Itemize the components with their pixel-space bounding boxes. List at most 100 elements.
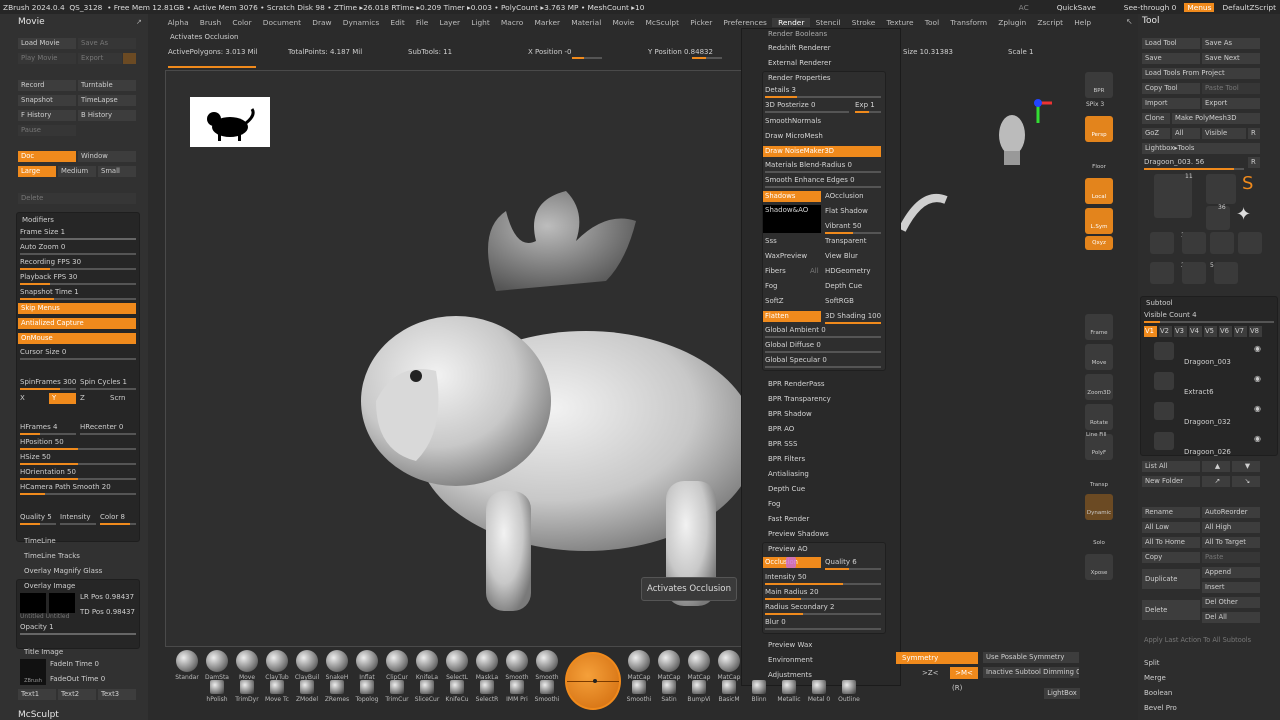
dynamic-button[interactable]: Dynamic xyxy=(1085,494,1113,520)
opacity-slider[interactable]: Opacity 1 xyxy=(20,622,54,632)
global-ambient-track[interactable] xyxy=(765,336,881,338)
bpr-filters-item[interactable]: BPR Filters xyxy=(768,454,805,465)
shelf-item-14[interactable]: MatCap xyxy=(654,650,684,681)
del-other-button[interactable]: Del Other xyxy=(1202,597,1260,608)
bpr-ao-item[interactable]: BPR AO xyxy=(768,424,794,435)
shelf-item-21[interactable]: ZModel xyxy=(292,680,322,703)
tool-thumb-tpose[interactable] xyxy=(1150,232,1174,254)
aocclusion-button[interactable]: AOcclusion xyxy=(825,191,864,202)
mirror-x-button[interactable]: >M< xyxy=(950,667,978,679)
hdgeometry-toggle[interactable]: HDGeometry xyxy=(825,266,871,277)
draw-micromesh-toggle[interactable]: Draw MicroMesh xyxy=(765,131,823,142)
timeline-button[interactable]: TimeLine xyxy=(24,536,56,546)
inactive-dimming-slider[interactable]: Inactive Subtool Dimming 0 xyxy=(983,667,1079,678)
shelf-item-24[interactable]: TrimCur xyxy=(382,680,412,703)
subtool-row[interactable]: Extract6 ◉ xyxy=(1144,372,1274,400)
save-next-button[interactable]: Save Next xyxy=(1202,53,1260,64)
import-button[interactable]: Import xyxy=(1142,98,1200,109)
menu-help[interactable]: Help xyxy=(1069,18,1097,27)
solo-button[interactable]: Solo xyxy=(1085,524,1113,550)
visibility-set-v4[interactable]: V4 xyxy=(1189,326,1202,337)
quality-track[interactable] xyxy=(20,523,56,525)
subtool-row[interactable]: Dragoon_032 ◉ xyxy=(1144,402,1274,430)
turntable-button[interactable]: Turntable xyxy=(78,80,136,91)
shelf-item-18[interactable]: hPolish xyxy=(202,680,232,703)
transparent-toggle[interactable]: Transparent xyxy=(825,236,866,247)
zoom3d-button[interactable]: Zoom3D xyxy=(1085,374,1113,400)
shelf-item-7[interactable]: ClipCur xyxy=(382,650,412,681)
shelf-item-8[interactable]: KnifeLa xyxy=(412,650,442,681)
shelf-item-16[interactable]: MatCap xyxy=(714,650,744,681)
qxyz-button[interactable]: Qxyz xyxy=(1085,236,1113,250)
menu-stencil[interactable]: Stencil xyxy=(810,18,846,27)
subtool-row[interactable]: Dragoon_003 ◉ xyxy=(1144,342,1274,370)
folder-up-button[interactable]: ↗ xyxy=(1202,476,1230,487)
shelf-item-0[interactable]: Standar xyxy=(172,650,202,681)
menu-transform[interactable]: Transform xyxy=(945,18,993,27)
intensity-slider[interactable]: Intensity xyxy=(60,512,90,522)
menu-marker[interactable]: Marker xyxy=(529,18,566,27)
shelf-item-26[interactable]: KnifeCu xyxy=(442,680,472,703)
record-button[interactable]: Record xyxy=(18,80,76,91)
make-polymesh-button[interactable]: Make PolyMesh3D xyxy=(1172,113,1260,124)
shelf-item-25[interactable]: SliceCur xyxy=(412,680,442,703)
visibility-set-v8[interactable]: V8 xyxy=(1249,326,1262,337)
menu-file[interactable]: File xyxy=(410,18,434,27)
posterize-track[interactable] xyxy=(765,111,849,113)
menu-zscript[interactable]: Zscript xyxy=(1032,18,1069,27)
merge-menu[interactable]: Merge xyxy=(1144,673,1166,683)
subtool-copy-button[interactable]: Copy xyxy=(1142,552,1200,563)
smooth-edges-track[interactable] xyxy=(765,186,881,188)
global-specular-track[interactable] xyxy=(765,366,881,368)
overlay-image-header[interactable]: Overlay Image xyxy=(24,581,75,591)
shelf-item-31[interactable]: Satin xyxy=(654,680,684,703)
horientation-track[interactable] xyxy=(20,478,136,480)
frame-size-slider[interactable]: Frame Size 1 xyxy=(20,227,65,237)
fast-render-item[interactable]: Fast Render xyxy=(768,514,809,525)
load-from-project-button[interactable]: Load Tools From Project xyxy=(1142,68,1260,79)
timelapse-button[interactable]: TimeLapse xyxy=(78,95,136,106)
split-menu[interactable]: Split xyxy=(1144,658,1160,668)
navigation-gizmo[interactable] xyxy=(990,95,1060,175)
flat-shadow-button[interactable]: Flat Shadow xyxy=(825,206,868,217)
bevel-pro-menu[interactable]: Bevel Pro xyxy=(1144,703,1177,713)
menu-layer[interactable]: Layer xyxy=(434,18,466,27)
visibility-set-v1[interactable]: V1 xyxy=(1144,326,1157,337)
menu-edit[interactable]: Edit xyxy=(385,18,411,27)
recording-fps-slider[interactable]: Recording FPS 30 xyxy=(20,257,81,267)
shelf-item-15[interactable]: MatCap xyxy=(684,650,714,681)
b-history-button[interactable]: B History xyxy=(78,110,136,121)
bpr-button[interactable]: BPR xyxy=(1085,72,1113,98)
shelf-item-23[interactable]: Topolog xyxy=(352,680,382,703)
bpr-shadow-item[interactable]: BPR Shadow xyxy=(768,409,812,420)
frame-size-track[interactable] xyxy=(20,238,136,240)
menu-dynamics[interactable]: Dynamics xyxy=(337,18,385,27)
shelf-item-20[interactable]: Move Tc xyxy=(262,680,292,703)
tool-export-button[interactable]: Export xyxy=(1202,98,1260,109)
cursor-size-track[interactable] xyxy=(20,358,136,360)
render-properties-header[interactable]: Render Properties xyxy=(768,73,831,84)
load-tool-button[interactable]: Load Tool xyxy=(1142,38,1200,49)
intensity-track[interactable] xyxy=(60,523,96,525)
fog-item[interactable]: Fog xyxy=(768,499,781,510)
duplicate-button[interactable]: Duplicate xyxy=(1142,569,1200,589)
visible-count-slider[interactable]: Visible Count 4 xyxy=(1144,310,1197,320)
save-as-button[interactable]: Save As xyxy=(78,38,136,49)
quicksave-button[interactable]: QuickSave xyxy=(1057,3,1096,12)
hposition-track[interactable] xyxy=(20,448,136,450)
zbrush-logo[interactable]: ZBrush xyxy=(20,659,46,685)
tool-thumb-demosoldier[interactable] xyxy=(1182,232,1206,254)
global-diffuse-track[interactable] xyxy=(765,351,881,353)
shelf-item-2[interactable]: Move xyxy=(232,650,262,681)
preview-ao-header[interactable]: Preview AO xyxy=(768,544,808,555)
fibers-all-toggle[interactable]: All xyxy=(810,266,819,277)
rename-button[interactable]: Rename xyxy=(1142,507,1200,518)
title-image-header[interactable]: Title Image xyxy=(24,647,63,657)
menu-picker[interactable]: Picker xyxy=(685,18,718,27)
menu-macro[interactable]: Macro xyxy=(495,18,529,27)
spin-frames-slider[interactable]: SpinFrames 300 xyxy=(20,377,76,387)
radius-secondary-slider[interactable]: Radius Secondary 2 xyxy=(765,602,834,613)
antialiasing-item[interactable]: Antialiasing xyxy=(768,469,809,480)
tool-thumb-pm3d[interactable] xyxy=(1210,232,1234,254)
main-radius-track[interactable] xyxy=(765,598,881,600)
